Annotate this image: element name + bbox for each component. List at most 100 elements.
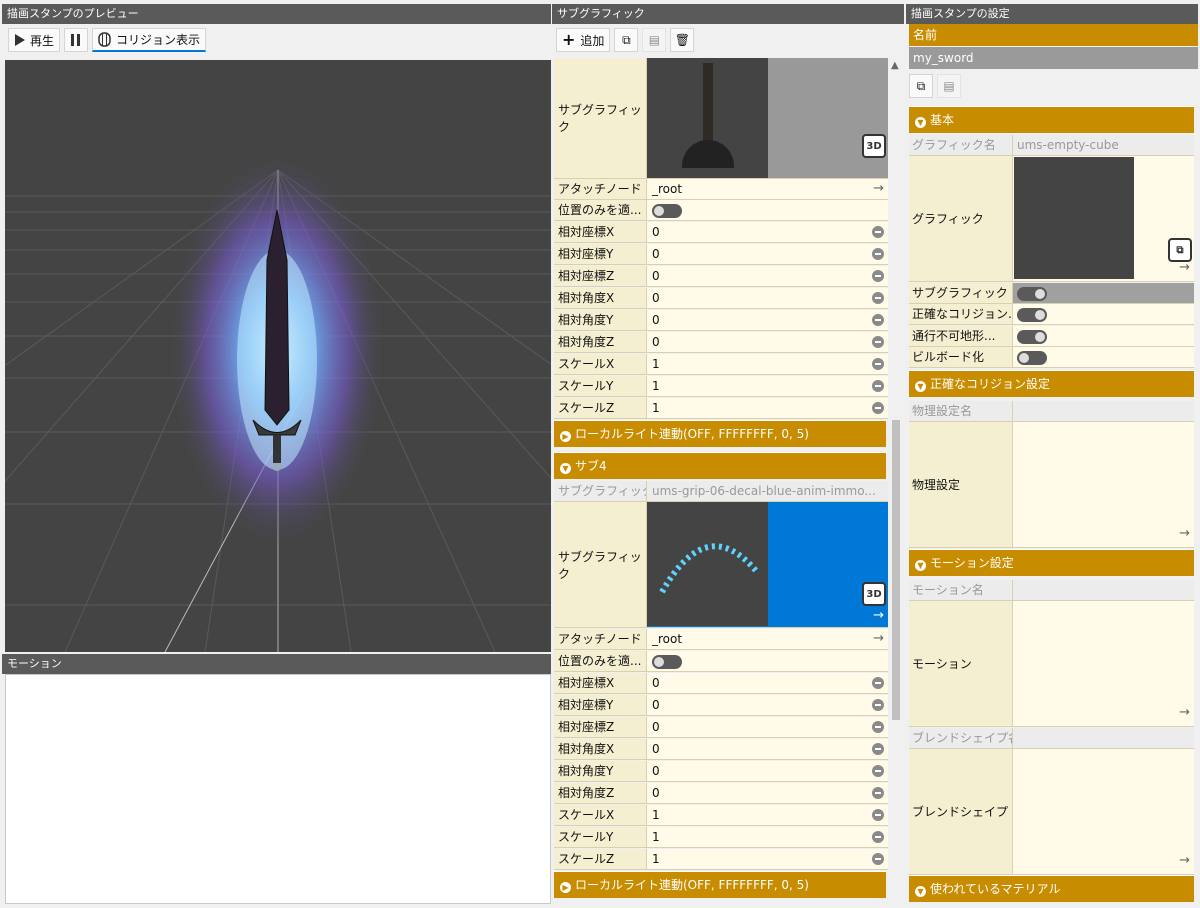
rot-z-field[interactable]: 0 — [647, 783, 888, 803]
pos-y-field[interactable]: 0 — [647, 244, 888, 264]
attach-node-value[interactable]: _root → — [647, 179, 888, 199]
scale-x-field[interactable]: 1 — [647, 805, 888, 825]
arrow-right-icon: → — [873, 608, 884, 623]
motion-picker[interactable]: → — [1013, 601, 1194, 726]
motion-section[interactable]: ▼ モーション設定 — [909, 549, 1194, 576]
rot-z-field[interactable]: 0 — [647, 332, 888, 352]
play-button[interactable]: 再生 — [8, 28, 61, 52]
rot-x-field[interactable]: 0 — [647, 739, 888, 759]
pos-x-field[interactable]: 0 — [647, 673, 888, 693]
minus-icon[interactable] — [872, 358, 884, 370]
pos-y-field[interactable]: 0 — [647, 695, 888, 715]
chevron-right-icon: ▶ — [560, 431, 571, 442]
rot-y-label: 相対角度Y — [554, 310, 647, 330]
blendshape-label: ブレンドシェイプ — [909, 749, 1013, 874]
chevron-down-icon: ▼ — [915, 886, 926, 897]
rot-y-field[interactable]: 0 — [647, 761, 888, 781]
rot-y-label: 相対角度Y — [554, 761, 647, 781]
trash-icon: 🗑 — [674, 33, 691, 47]
arrow-right-icon: → — [1179, 260, 1190, 275]
accurate-collision-section[interactable]: ▼ 正確なコリジョン設定 — [909, 370, 1194, 397]
subgraphic-scrollbar[interactable]: ▲ — [890, 60, 902, 900]
physics-picker[interactable]: → — [1013, 422, 1194, 547]
pause-button[interactable] — [64, 28, 89, 52]
local-light-section[interactable]: ▶ ローカルライト連動(OFF, FFFFFFFF, 0, 5) — [554, 420, 886, 447]
name-field[interactable]: my_sword — [909, 47, 1198, 69]
attach-node-value[interactable]: _root → — [647, 629, 888, 649]
subgraphic-preview[interactable]: 3D — [647, 58, 888, 178]
scrollbar-thumb[interactable] — [892, 420, 900, 720]
sub4-section-header[interactable]: ▼ サブ4 — [554, 452, 886, 479]
minus-icon[interactable] — [872, 226, 884, 238]
basic-section[interactable]: ▼ 基本 — [909, 106, 1194, 133]
collision-toggle-button[interactable]: コリジョン表示 — [92, 28, 207, 52]
minus-icon[interactable] — [872, 743, 884, 755]
blendshape-picker[interactable]: → — [1013, 749, 1194, 874]
paste-button[interactable]: ▤ — [642, 28, 667, 52]
rot-x-label: 相対角度X — [554, 739, 647, 759]
position-only-toggle[interactable] — [652, 203, 682, 218]
pos-x-field[interactable]: 0 — [647, 222, 888, 242]
subgraphic-preview-selected[interactable]: 3D → — [647, 502, 888, 627]
graphic-label: グラフィック — [909, 156, 1013, 281]
paste-button[interactable]: ▤ — [937, 74, 961, 98]
minus-icon[interactable] — [872, 765, 884, 777]
pos-z-field[interactable]: 0 — [647, 717, 888, 737]
minus-icon[interactable] — [872, 699, 884, 711]
pause-icon — [71, 34, 81, 46]
preview-title: 描画スタンプのプレビュー — [2, 4, 551, 24]
delete-button[interactable]: 🗑 — [670, 28, 695, 52]
minus-icon[interactable] — [872, 809, 884, 821]
physics-label: 物理設定 — [909, 422, 1013, 547]
subgraphic-row-label: サブグラフィック — [554, 502, 647, 627]
subgraphic-list[interactable]: サブグラフィック 3D アタッチノード _root → 位置のみを適... 相対座標… — [552, 56, 904, 906]
preview-toolbar: 再生 コリジョン表示 — [2, 24, 551, 56]
minus-icon[interactable] — [872, 787, 884, 799]
impassable-toggle[interactable] — [1017, 329, 1047, 344]
billboard-toggle[interactable] — [1017, 350, 1047, 365]
minus-icon[interactable] — [872, 721, 884, 733]
minus-icon[interactable] — [872, 402, 884, 414]
subgraphic-panel: サブグラフィック + 追加 ⧉ ▤ 🗑 サブグラフィック 3D アタッチノード _… — [552, 4, 904, 904]
minus-icon[interactable] — [872, 336, 884, 348]
scale-y-field[interactable]: 1 — [647, 376, 888, 396]
rot-y-field[interactable]: 0 — [647, 310, 888, 330]
sword-hilt — [273, 435, 281, 463]
scale-z-field[interactable]: 1 — [647, 849, 888, 869]
rot-x-field[interactable]: 0 — [647, 288, 888, 308]
minus-icon[interactable] — [872, 270, 884, 282]
pos-x-label: 相対座標X — [554, 673, 647, 693]
graphic-name-value: ums-empty-cube — [1013, 135, 1194, 155]
minus-icon[interactable] — [872, 677, 884, 689]
scale-y-label: スケールY — [554, 376, 647, 396]
subgraphic-title: サブグラフィック — [552, 4, 904, 24]
subgraphic-toggle[interactable] — [1017, 286, 1047, 301]
motion-body[interactable] — [5, 674, 551, 904]
scroll-up-icon[interactable]: ▲ — [891, 60, 899, 71]
accurate-collision-toggle[interactable] — [1017, 307, 1047, 322]
scale-z-field[interactable]: 1 — [647, 398, 888, 418]
copy-icon: ⧉ — [622, 32, 631, 47]
minus-icon[interactable] — [872, 380, 884, 392]
position-only-toggle[interactable] — [652, 654, 682, 669]
scale-x-field[interactable]: 1 — [647, 354, 888, 374]
minus-icon[interactable] — [872, 853, 884, 865]
add-subgraphic-button[interactable]: + 追加 — [556, 28, 611, 52]
rot-z-label: 相対角度Z — [554, 332, 647, 352]
minus-icon[interactable] — [872, 292, 884, 304]
graphic-preview[interactable]: ⧉ → — [1013, 156, 1194, 281]
3d-viewport[interactable] — [5, 60, 551, 652]
materials-section[interactable]: ▼ 使われているマテリアル — [909, 875, 1194, 902]
minus-icon[interactable] — [872, 314, 884, 326]
local-light-section[interactable]: ▶ ローカルライト連動(OFF, FFFFFFFF, 0, 5) — [554, 871, 886, 898]
copy-button[interactable]: ⧉ — [909, 74, 933, 98]
scale-z-label: スケールZ — [554, 849, 647, 869]
pos-x-label: 相対座標X — [554, 222, 647, 242]
arrow-right-icon: → — [1179, 705, 1190, 720]
blendshape-name-label: ブレンドシェイプ名 — [909, 728, 1013, 748]
minus-icon[interactable] — [872, 831, 884, 843]
scale-y-field[interactable]: 1 — [647, 827, 888, 847]
pos-z-field[interactable]: 0 — [647, 266, 888, 286]
copy-button[interactable]: ⧉ — [614, 28, 639, 52]
minus-icon[interactable] — [872, 248, 884, 260]
